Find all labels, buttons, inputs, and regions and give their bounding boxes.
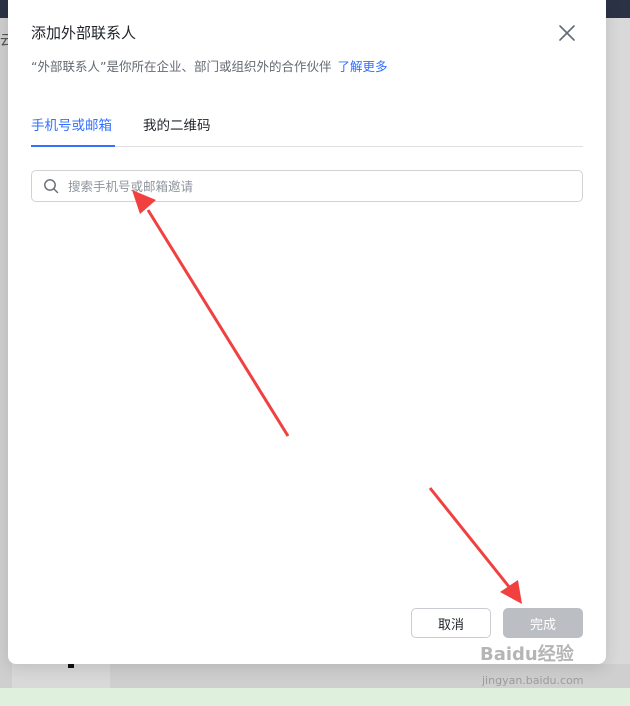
subtitle-text: “外部联系人”是你所在企业、部门或组织外的合作伙伴 — [31, 59, 332, 74]
active-tab-indicator — [31, 145, 115, 147]
dialog-title: 添加外部联系人 — [31, 24, 137, 42]
baidu-watermark: Baidu经验 jingyan.baidu.com — [480, 640, 620, 692]
tab-bar: 手机号或邮箱 我的二维码 — [31, 108, 583, 147]
search-input[interactable] — [68, 171, 568, 201]
search-icon — [44, 179, 59, 194]
tab-my-qr-code[interactable]: 我的二维码 — [143, 114, 211, 134]
search-box[interactable] — [31, 170, 583, 202]
done-button[interactable]: 完成 — [503, 608, 583, 638]
close-icon — [559, 25, 575, 41]
learn-more-link[interactable]: 了解更多 — [337, 59, 387, 74]
watermark-logo: Baidu经验 — [480, 644, 574, 665]
close-button[interactable] — [556, 22, 578, 44]
add-external-contact-dialog: 添加外部联系人 “外部联系人”是你所在企业、部门或组织外的合作伙伴 了解更多 手机… — [8, 0, 606, 664]
tab-phone-or-email[interactable]: 手机号或邮箱 — [31, 114, 112, 134]
watermark-url: jingyan.baidu.com — [482, 674, 584, 687]
cancel-button[interactable]: 取消 — [411, 608, 491, 638]
dialog-subtitle: “外部联系人”是你所在企业、部门或组织外的合作伙伴 了解更多 — [31, 56, 387, 75]
